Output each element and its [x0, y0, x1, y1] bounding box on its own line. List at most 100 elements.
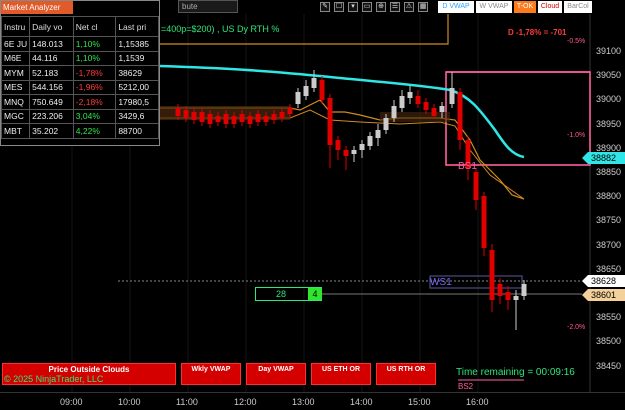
grid-icon[interactable]: ▦ — [418, 2, 428, 12]
candle-body — [335, 140, 341, 150]
dropdown-icon[interactable]: ▾ — [348, 2, 358, 12]
table-row[interactable]: MGC 223.206 3,04% 3429,6 — [0, 108, 159, 124]
pct-label-05: -0.5% — [567, 38, 586, 45]
cell-volume: 544.156 — [29, 79, 74, 95]
price-axis-label: 38500 — [596, 336, 622, 347]
toolbar-button-d-vwap[interactable]: D VWAP — [438, 1, 474, 13]
cell-last-price: 1,15385 — [115, 36, 159, 52]
candle-body — [223, 114, 229, 124]
cell-volume: 223.206 — [29, 108, 74, 124]
weekly-vwap-button[interactable]: Wkly VWAP — [181, 363, 241, 385]
price-tag-last-line: 38628 — [582, 275, 625, 287]
candle-body — [215, 116, 221, 122]
candle-body — [247, 116, 253, 124]
us-rth-or-button[interactable]: US RTH OR — [376, 363, 436, 385]
time-label: 12:00 — [234, 397, 257, 407]
cell-instrument: MBT — [0, 123, 31, 139]
cell-net-change: 4,22% — [72, 123, 117, 139]
column-header-net-change[interactable]: Net cl — [72, 16, 117, 37]
price-axis[interactable]: 39100 39050 39000 38950 38900 38850 38800 38750… — [590, 14, 625, 392]
cell-net-change: 3,04% — [72, 108, 117, 124]
candle-body — [255, 114, 261, 122]
candle-body — [415, 96, 421, 104]
market-analyzer-table: Instru Daily vo Net cl Last pri 6E JU 148… — [0, 16, 159, 139]
cell-last-price: 88700 — [115, 123, 159, 139]
table-header-row: Instru Daily vo Net cl Last pri — [0, 16, 159, 37]
time-axis[interactable]: 09:00 10:00 11:00 12:00 13:00 14:00 15:0… — [0, 392, 625, 410]
candle-body — [359, 144, 365, 150]
table-row[interactable]: MYM 52.183 -1,78% 38629 — [0, 65, 159, 81]
table-row[interactable]: MES 544.156 -1,96% 5212,00 — [0, 79, 159, 95]
alert-icon[interactable]: ⚠ — [404, 2, 414, 12]
price-axis-label: 38450 — [596, 360, 622, 371]
candle-body — [449, 88, 455, 104]
interval-selector[interactable]: bute — [178, 0, 238, 13]
toolbar-button-barcol[interactable]: BarCol — [564, 1, 592, 13]
draw-tool-icon[interactable]: ✎ — [320, 2, 330, 12]
column-header-volume[interactable]: Daily vo — [29, 16, 74, 37]
candle-body — [431, 108, 437, 116]
table-row[interactable]: MNQ 750.649 -2,18% 17980,5 — [0, 94, 159, 110]
cell-last-price: 1,1539 — [115, 50, 159, 66]
copyright-text: © 2025 NinjaTrader, LLC — [4, 374, 104, 384]
cell-instrument: MGC — [0, 108, 31, 124]
zone-label-bs1: BS1 — [458, 161, 477, 172]
cell-net-change: 1,10% — [72, 50, 117, 66]
candle-body — [497, 284, 503, 296]
toolbar-button-cloud[interactable]: Cloud — [538, 1, 562, 13]
cell-volume: 148.013 — [29, 36, 74, 52]
candle-body — [351, 150, 357, 154]
settings-icon[interactable]: ☰ — [390, 2, 400, 12]
candle-body — [271, 114, 277, 120]
candle-body — [367, 136, 373, 146]
us-eth-or-button[interactable]: US ETH OR — [311, 363, 371, 385]
candle-body — [399, 96, 405, 108]
zone-label-ws1: WS1 — [430, 277, 452, 288]
time-label: 11:00 — [176, 397, 198, 407]
cell-instrument: MES — [0, 79, 31, 95]
market-analyzer-title[interactable]: Market Analyzer — [1, 1, 73, 14]
candle-body — [311, 78, 317, 88]
toolbar-button-w-vwap[interactable]: W VWAP — [476, 1, 512, 13]
market-analyzer-panel[interactable]: Market Analyzer Instru Daily vo Net cl L… — [0, 0, 160, 146]
cell-volume: 44.116 — [29, 50, 74, 66]
zoom-icon[interactable]: ⊕ — [376, 2, 386, 12]
candle-body — [391, 106, 397, 118]
candle-body — [481, 196, 487, 248]
time-label: 16:00 — [466, 397, 489, 407]
chart-toolbar: bute ✎ ☐ ▾ ▭ ⊕ ☰ ⚠ ▦ D VWAP W VWAP T-OK Clo… — [160, 0, 625, 14]
cell-instrument: M6E — [0, 50, 31, 66]
bar-counter: 28 4 — [255, 287, 322, 301]
candle-body — [239, 114, 245, 122]
zone-label-bs2: BS2 — [458, 382, 474, 391]
table-row[interactable]: MBT 35.202 4,22% 88700 — [0, 123, 159, 139]
window-icon[interactable]: ▭ — [362, 2, 372, 12]
candle-body — [183, 110, 189, 118]
cell-volume: 35.202 — [29, 123, 74, 139]
candle-body — [439, 106, 445, 112]
candle-body — [521, 284, 527, 296]
price-axis-label: 39100 — [596, 46, 622, 56]
candle-body — [489, 250, 495, 300]
price-axis-label: 38700 — [596, 239, 622, 250]
price-outside-clouds-label: Price Outside Clouds — [48, 365, 130, 374]
table-row[interactable]: M6E 44.116 1,10% 1,1539 — [0, 50, 159, 66]
us-eth-or-label: US ETH OR — [321, 366, 361, 373]
table-row[interactable]: 6E JU 148.013 1,10% 1,15385 — [0, 36, 159, 52]
daily-change-label: D -1,78% = -701 — [508, 28, 567, 37]
candle-body — [295, 92, 301, 104]
checkbox-icon[interactable]: ☐ — [334, 2, 344, 12]
pct-label-10: -1.0% — [567, 132, 586, 139]
cloud-fill — [380, 112, 450, 122]
column-header-last-price[interactable]: Last pri — [115, 16, 159, 37]
day-vwap-button[interactable]: Day VWAP — [246, 363, 306, 385]
time-label: 09:00 — [60, 397, 83, 407]
price-axis-label: 38900 — [596, 142, 622, 153]
candle-body — [457, 92, 463, 140]
price-axis-label: 38750 — [596, 215, 622, 226]
candle-body — [175, 108, 181, 116]
bar-counter-value: 28 — [275, 289, 286, 299]
toolbar-button-t-ok[interactable]: T-OK — [514, 1, 536, 13]
column-header-instrument[interactable]: Instru — [0, 16, 31, 37]
cell-volume: 750.649 — [29, 94, 74, 110]
